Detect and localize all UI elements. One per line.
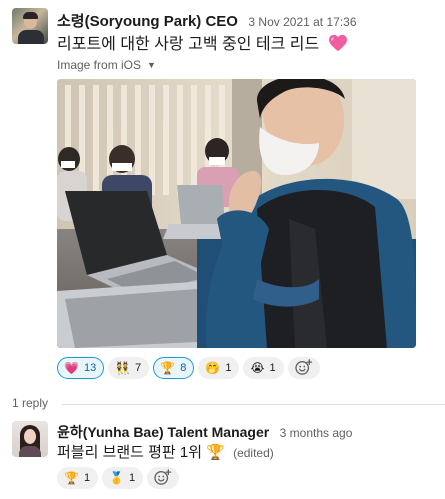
reply-author-avatar[interactable]: [12, 421, 48, 457]
caret-down-icon: ▼: [147, 60, 156, 70]
reply-count[interactable]: 1 reply: [12, 396, 48, 410]
crying-face-icon: 😭: [250, 361, 265, 375]
trophy-icon: 🏆: [206, 444, 225, 461]
reaction-count: 8: [180, 362, 187, 374]
reaction-count: 1: [269, 362, 276, 374]
reaction-pink-heart[interactable]: 💗 13: [57, 357, 105, 379]
message-text: 리포트에 대한 사랑 고백 중인 테크 리드: [57, 30, 348, 57]
image-label-text: Image from iOS: [57, 58, 142, 72]
author-name[interactable]: 소령(Soryoung Park) CEO: [57, 13, 238, 30]
giggle-face-icon: 🤭: [205, 361, 221, 375]
reaction-count: 1: [129, 472, 136, 484]
message-header: 소령(Soryoung Park) CEO 3 Nov 2021 at 17:3…: [57, 10, 357, 31]
trophy-icon: 🏆: [160, 361, 176, 375]
reaction-bar: 💗 13 👯 7 🏆 8 🤭 1 😭 1: [57, 357, 320, 379]
people-dancing-icon: 👯: [115, 361, 131, 375]
reply-header: 윤하(Yunha Bae) Talent Manager 3 months ag…: [57, 422, 352, 442]
message-body: 리포트에 대한 사랑 고백 중인 테크 리드: [57, 36, 320, 53]
reaction-people-dancing[interactable]: 👯 7: [108, 357, 150, 379]
edited-label: (edited): [233, 446, 274, 460]
reaction-crying-face[interactable]: 😭 1: [243, 357, 284, 379]
reaction-count: 7: [135, 362, 142, 374]
reaction-giggle-face[interactable]: 🤭 1: [198, 357, 240, 379]
reaction-count: 13: [83, 362, 97, 374]
reply-body: 퍼블리 브랜드 평판 1위: [57, 444, 203, 461]
add-reaction-button[interactable]: [287, 357, 320, 379]
heart-icon: [328, 34, 348, 57]
attached-photo[interactable]: [57, 79, 416, 348]
message-timestamp[interactable]: 3 Nov 2021 at 17:36: [248, 15, 356, 29]
reaction-count: 1: [83, 472, 91, 484]
reaction-gold-medal[interactable]: 🥇 1: [102, 467, 144, 489]
reaction-trophy[interactable]: 🏆 1: [57, 467, 99, 489]
reply-text: 퍼블리 브랜드 평판 1위 🏆 (edited): [57, 441, 274, 462]
author-avatar[interactable]: [12, 8, 48, 44]
add-emoji-icon: [294, 358, 313, 378]
reply-timestamp[interactable]: 3 months ago: [280, 426, 353, 440]
add-emoji-icon: [154, 468, 172, 488]
trophy-icon: 🏆: [64, 471, 79, 485]
pink-heart-icon: 💗: [64, 361, 79, 375]
reaction-count: 1: [225, 362, 232, 374]
thread-divider: [62, 404, 445, 405]
image-label[interactable]: Image from iOS ▼: [57, 58, 156, 72]
reaction-trophy[interactable]: 🏆 8: [153, 357, 195, 379]
reply-author-name[interactable]: 윤하(Yunha Bae) Talent Manager: [57, 424, 269, 440]
reply-reaction-bar: 🏆 1 🥇 1: [57, 467, 180, 489]
gold-medal-icon: 🥇: [109, 471, 125, 485]
add-reaction-button[interactable]: [147, 467, 180, 489]
